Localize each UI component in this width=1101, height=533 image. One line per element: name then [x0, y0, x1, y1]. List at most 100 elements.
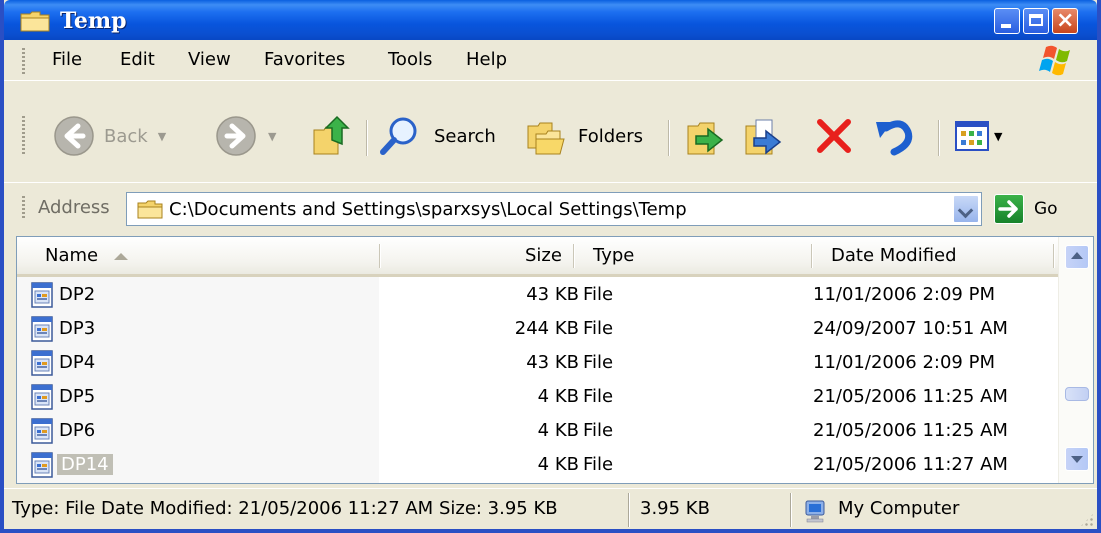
- my-computer-icon: [805, 500, 825, 523]
- column-divider[interactable]: [573, 244, 575, 268]
- menu-view[interactable]: View: [188, 49, 231, 70]
- file-row[interactable]: DP2 43 KB File 11/01/2006 2:09 PM: [17, 279, 1059, 313]
- file-name[interactable]: DP2: [59, 284, 95, 305]
- folder-icon: [137, 200, 163, 219]
- back-dropdown-icon[interactable]: ▼: [158, 130, 166, 143]
- file-date-modified: 21/05/2006 11:25 AM: [813, 420, 1008, 441]
- address-input[interactable]: C:\Documents and Settings\sparxsys\Local…: [126, 192, 982, 226]
- scroll-thumb[interactable]: [1065, 387, 1089, 401]
- file-name[interactable]: DP4: [59, 352, 95, 373]
- forward-arrow-icon: [216, 116, 256, 156]
- column-divider[interactable]: [1053, 244, 1055, 268]
- toolbar-grip[interactable]: [22, 116, 25, 156]
- search-button[interactable]: Search: [378, 114, 496, 158]
- search-label: Search: [434, 125, 496, 147]
- file-date-modified: 11/01/2006 2:09 PM: [813, 284, 995, 305]
- file-name[interactable]: DP3: [59, 318, 95, 339]
- file-icon: [31, 350, 53, 376]
- chevron-up-icon: [1071, 252, 1083, 259]
- vertical-scrollbar[interactable]: [1058, 237, 1093, 483]
- toolbar-separator: [668, 120, 670, 156]
- file-name[interactable]: DP5: [59, 386, 95, 407]
- file-row[interactable]: DP14 4 KB File 21/05/2006 11:27 AM: [17, 449, 1059, 483]
- sort-ascending-icon: [114, 252, 129, 260]
- views-icon: [955, 121, 989, 151]
- back-button[interactable]: Back ▼: [52, 114, 166, 158]
- forward-dropdown-icon[interactable]: ▼: [268, 130, 276, 143]
- file-row[interactable]: DP3 244 KB File 24/09/2007 10:51 AM: [17, 313, 1059, 347]
- file-list[interactable]: Name Size Type Date Modified DP2 43 KB Fil…: [16, 236, 1094, 484]
- address-value[interactable]: C:\Documents and Settings\sparxsys\Local…: [169, 199, 687, 220]
- scroll-up-button[interactable]: [1065, 245, 1089, 269]
- go-button[interactable]: Go: [994, 192, 1058, 226]
- file-name[interactable]: DP14: [57, 454, 113, 475]
- scroll-down-button[interactable]: [1065, 447, 1089, 471]
- file-date-modified: 24/09/2007 10:51 AM: [813, 318, 1008, 339]
- file-type: File: [583, 386, 614, 407]
- close-icon: ×: [1056, 8, 1075, 33]
- menu-bar: File Edit View Favorites Tools Help: [4, 40, 1097, 81]
- copy-to-icon: [745, 119, 782, 155]
- delete-button[interactable]: [812, 114, 856, 158]
- undo-button[interactable]: [872, 114, 916, 158]
- chevron-down-icon: [1071, 456, 1083, 463]
- address-bar: Address C:\Documents and Settings\sparxs…: [4, 184, 1097, 232]
- file-row[interactable]: DP6 4 KB File 21/05/2006 11:25 AM: [17, 415, 1059, 449]
- minimize-button[interactable]: [994, 8, 1020, 34]
- column-divider[interactable]: [811, 244, 813, 268]
- file-row[interactable]: DP5 4 KB File 21/05/2006 11:25 AM: [17, 381, 1059, 415]
- folders-icon: [527, 122, 565, 155]
- minimize-icon: [1001, 24, 1011, 28]
- folders-label: Folders: [578, 125, 644, 147]
- folders-button[interactable]: Folders: [524, 114, 643, 158]
- file-type: File: [583, 352, 614, 373]
- file-date-modified: 21/05/2006 11:27 AM: [813, 454, 1008, 475]
- up-button[interactable]: [310, 114, 354, 158]
- address-dropdown-button[interactable]: [953, 195, 979, 223]
- file-type: File: [583, 454, 614, 475]
- addressbar-grip[interactable]: [22, 196, 25, 220]
- magnifier-icon: [380, 117, 417, 155]
- close-button[interactable]: ×: [1052, 8, 1078, 34]
- views-dropdown-icon[interactable]: ▼: [994, 130, 1002, 143]
- resize-grip[interactable]: [1079, 512, 1095, 528]
- menu-tools[interactable]: Tools: [388, 49, 432, 70]
- forward-button[interactable]: ▼: [214, 114, 276, 158]
- copy-to-button[interactable]: [742, 114, 786, 158]
- list-header: Name Size Type Date Modified: [17, 237, 1059, 277]
- file-size: 43 KB: [526, 352, 579, 373]
- views-button[interactable]: ▼: [952, 114, 1002, 158]
- menu-file[interactable]: File: [52, 49, 82, 70]
- column-divider[interactable]: [379, 244, 381, 268]
- go-arrow-icon: [994, 194, 1024, 224]
- file-icon: [31, 384, 53, 410]
- title-bar[interactable]: Temp ×: [4, 0, 1097, 40]
- column-header-date-modified[interactable]: Date Modified: [831, 237, 957, 274]
- back-label: Back: [104, 125, 148, 147]
- standard-toolbar: Back ▼ ▼ Search Folders ▼: [4, 82, 1097, 183]
- move-to-icon: [687, 122, 724, 155]
- file-row[interactable]: DP4 43 KB File 11/01/2006 2:09 PM: [17, 347, 1059, 381]
- column-header-type[interactable]: Type: [593, 237, 634, 274]
- maximize-button[interactable]: [1023, 8, 1049, 34]
- folder-icon: [20, 11, 50, 32]
- file-size: 4 KB: [537, 386, 579, 407]
- menu-favorites[interactable]: Favorites: [264, 49, 345, 70]
- file-size: 244 KB: [514, 318, 579, 339]
- file-name[interactable]: DP6: [59, 420, 95, 441]
- maximize-icon: [1029, 14, 1043, 26]
- file-date-modified: 11/01/2006 2:09 PM: [813, 352, 995, 373]
- menu-edit[interactable]: Edit: [120, 49, 155, 70]
- status-details: Type: File Date Modified: 21/05/2006 11:…: [12, 498, 558, 519]
- menubar-grip[interactable]: [22, 48, 25, 74]
- file-icon: [31, 316, 53, 342]
- move-to-button[interactable]: [684, 114, 728, 158]
- menu-help[interactable]: Help: [466, 49, 507, 70]
- status-divider: [628, 493, 630, 527]
- undo-icon: [876, 120, 913, 156]
- delete-x-icon: [817, 119, 851, 153]
- column-header-name[interactable]: Name: [45, 237, 129, 274]
- status-bar: Type: File Date Modified: 21/05/2006 11:…: [4, 488, 1097, 529]
- column-header-size[interactable]: Size: [525, 237, 562, 274]
- address-label: Address: [38, 197, 110, 218]
